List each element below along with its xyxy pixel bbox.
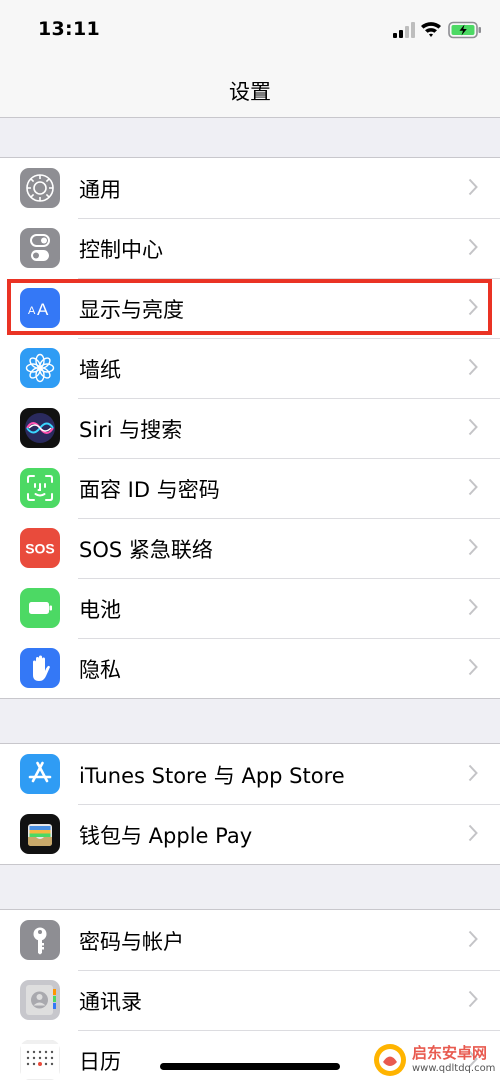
text-size-icon: A A <box>20 288 60 328</box>
settings-item-itunes-app-store[interactable]: iTunes Store 与 App Store <box>0 744 500 804</box>
home-indicator[interactable] <box>160 1063 340 1070</box>
settings-item-siri-search[interactable]: Siri 与搜索 <box>0 398 500 458</box>
settings-item-control-center[interactable]: 控制中心 <box>0 218 500 278</box>
toggle-switches-icon <box>20 228 60 268</box>
settings-item-wallpaper[interactable]: 墙纸 <box>0 338 500 398</box>
settings-item-label: 通讯录 <box>79 990 142 1014</box>
chevron-right-icon <box>468 598 478 616</box>
settings-item-battery[interactable]: 电池 <box>0 578 500 638</box>
settings-group-2: iTunes Store 与 App Store 钱包与 Apple Pay <box>0 743 500 865</box>
settings-item-label: 电池 <box>79 598 121 622</box>
watermark-name: 启东安卓网 <box>412 1044 488 1062</box>
settings-item-label: iTunes Store 与 App Store <box>79 764 345 788</box>
settings-item-display-brightness[interactable]: A A 显示与亮度 <box>0 278 500 338</box>
siri-icon <box>20 408 60 448</box>
settings-item-label: 显示与亮度 <box>79 298 184 322</box>
settings-item-label: 面容 ID 与密码 <box>79 478 220 502</box>
chevron-right-icon <box>468 358 478 376</box>
svg-text:A: A <box>37 300 49 319</box>
chevron-right-icon <box>468 824 478 842</box>
settings-item-general[interactable]: 通用 <box>0 158 500 218</box>
face-id-icon <box>20 468 60 508</box>
hand-icon <box>20 648 60 688</box>
settings-item-label: 钱包与 Apple Pay <box>79 824 253 848</box>
chevron-right-icon <box>468 538 478 556</box>
contacts-icon <box>20 980 60 1020</box>
status-bar: 13:11 <box>0 0 500 62</box>
calendar-icon <box>20 1040 60 1080</box>
status-time: 13:11 <box>38 18 100 40</box>
settings-item-face-id-passcode[interactable]: 面容 ID 与密码 <box>0 458 500 518</box>
settings-item-label: 密码与帐户 <box>79 930 184 954</box>
settings-item-label: 墙纸 <box>79 358 121 382</box>
settings-item-emergency-sos[interactable]: SOS SOS 紧急联络 <box>0 518 500 578</box>
watermark-url: www.qdltdq.com <box>412 1063 496 1074</box>
chevron-right-icon <box>468 478 478 496</box>
chevron-right-icon <box>468 298 478 316</box>
chevron-right-icon <box>468 764 478 782</box>
app-store-icon <box>20 754 60 794</box>
battery-icon <box>20 588 60 628</box>
chevron-right-icon <box>468 990 478 1008</box>
page-title: 设置 <box>229 80 271 104</box>
wifi-icon <box>421 22 441 37</box>
wallet-icon <box>20 814 60 854</box>
battery-charging-icon <box>448 21 481 39</box>
settings-item-label: 通用 <box>79 178 121 202</box>
svg-text:SOS: SOS <box>25 541 55 557</box>
chevron-right-icon <box>468 418 478 436</box>
flower-icon <box>20 348 60 388</box>
settings-item-label: 控制中心 <box>79 238 163 262</box>
settings-item-wallet-apple-pay[interactable]: 钱包与 Apple Pay <box>0 804 500 864</box>
svg-text:A: A <box>28 305 36 317</box>
settings-item-label: Siri 与搜索 <box>79 418 183 442</box>
sos-icon: SOS <box>20 528 60 568</box>
chevron-right-icon <box>468 238 478 256</box>
settings-item-passwords-accounts[interactable]: 密码与帐户 <box>0 910 500 970</box>
watermark-logo-icon <box>374 1044 406 1076</box>
watermark: 启东安卓网 www.qdltdq.com <box>370 1040 500 1082</box>
key-icon <box>20 920 60 960</box>
navigation-bar: 设置 <box>0 62 500 118</box>
gear-icon <box>20 168 60 208</box>
settings-group-1: 通用 控制中心 A A 显示与亮度 墙纸 Siri 与搜索 面容 ID 与密码 … <box>0 157 500 699</box>
settings-item-contacts[interactable]: 通讯录 <box>0 970 500 1030</box>
settings-item-privacy[interactable]: 隐私 <box>0 638 500 698</box>
chevron-right-icon <box>468 658 478 676</box>
settings-item-label: 隐私 <box>79 658 121 682</box>
settings-item-label: 日历 <box>79 1050 121 1074</box>
cellular-signal-icon <box>393 22 415 38</box>
settings-item-label: SOS 紧急联络 <box>79 538 213 562</box>
chevron-right-icon <box>468 178 478 196</box>
chevron-right-icon <box>468 930 478 948</box>
